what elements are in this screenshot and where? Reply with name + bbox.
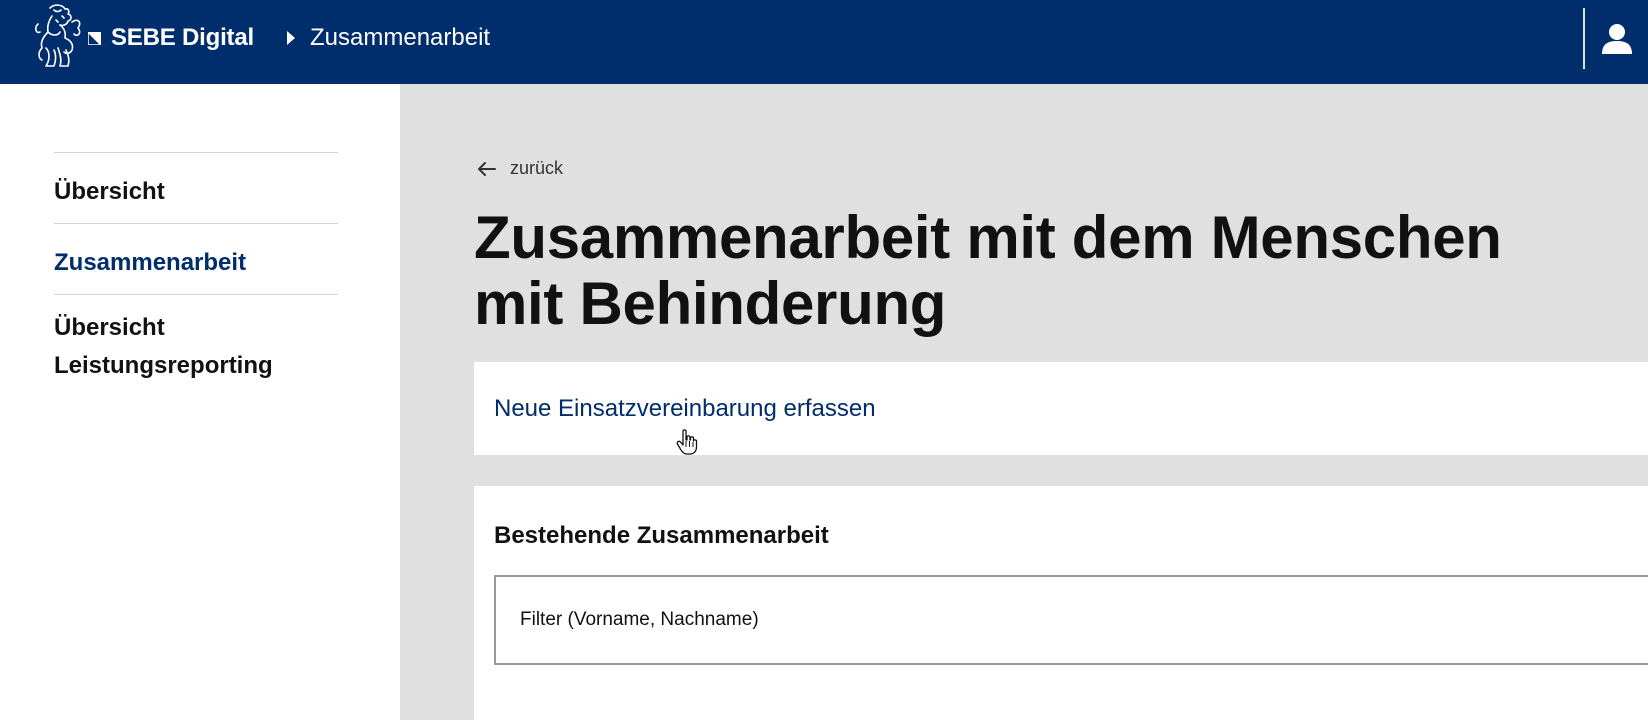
new-agreement-link[interactable]: Neue Einsatzvereinbarung erfassen	[494, 395, 876, 423]
top-header: SEBE Digital Zusammenarbeit	[0, 0, 1648, 84]
new-agreement-card: Neue Einsatzvereinbarung erfassen	[474, 362, 1648, 455]
user-icon[interactable]	[1600, 22, 1634, 56]
existing-collaboration-card: Bestehende Zusammenarbeit	[474, 486, 1648, 720]
sidebar-item-zusammenarbeit[interactable]: Zusammenarbeit	[54, 223, 338, 294]
sidebar-item-label-line2: Leistungsreporting	[54, 352, 273, 379]
sidebar-item-leistungsreporting[interactable]: Übersicht Leistungsreporting	[54, 294, 338, 389]
arrow-left-icon	[478, 161, 496, 176]
back-link[interactable]: zurück	[478, 158, 563, 179]
chevron-right-icon	[287, 31, 295, 45]
corner-triangle-icon	[88, 32, 101, 45]
back-link-label: zurück	[510, 158, 564, 178]
page-title-line1: Zusammenarbeit mit dem Menschen	[474, 204, 1502, 271]
lion-icon[interactable]	[32, 2, 84, 72]
sidebar-item-label: Zusammenarbeit	[54, 249, 247, 276]
page-title-line2: mit Behinderung	[474, 270, 947, 337]
page-title: Zusammenarbeit mit dem Menschen mit Behi…	[474, 205, 1644, 337]
sidebar-item-uebersicht[interactable]: Übersicht	[54, 152, 338, 223]
filter-input[interactable]	[494, 575, 1648, 665]
section-title: Bestehende Zusammenarbeit	[494, 522, 829, 549]
breadcrumb-current: Zusammenarbeit	[310, 24, 491, 51]
hand-cursor-icon	[676, 429, 698, 455]
brand-name[interactable]: SEBE Digital	[111, 24, 254, 52]
sidebar-item-label-line1: Übersicht	[54, 314, 165, 341]
sidebar-item-label: Übersicht	[54, 178, 165, 205]
header-divider	[1583, 8, 1585, 69]
